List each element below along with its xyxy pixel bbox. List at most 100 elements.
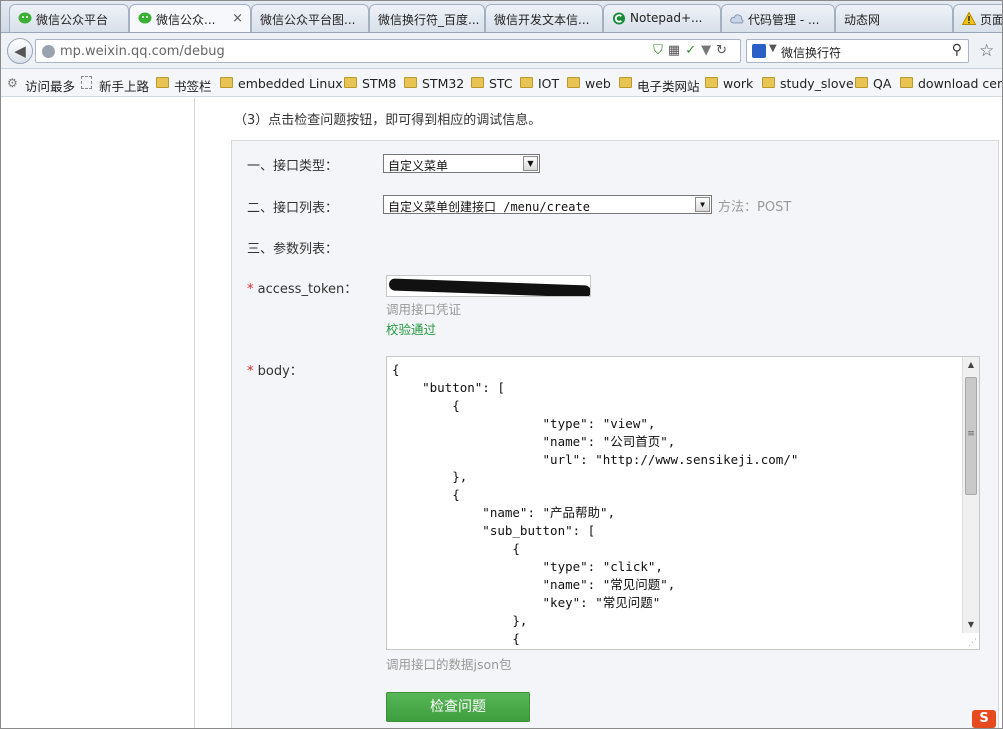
bookmark-star-icon[interactable]: ☆	[979, 41, 994, 61]
bookmark-label: IOT	[538, 76, 560, 91]
body-json-code[interactable]: { "button": [ { "type": "view", "name": …	[392, 361, 798, 648]
redaction-scribble	[389, 278, 590, 296]
access-token-help: 调用接口凭证	[386, 302, 462, 317]
interface-type-value: 自定义菜单	[388, 159, 449, 173]
tab-label: Notepad+...	[630, 11, 703, 25]
folder-icon	[344, 77, 357, 88]
wechat-icon	[18, 12, 32, 24]
folder-icon	[855, 77, 868, 88]
folder-icon	[705, 77, 718, 88]
page-sidebar	[1, 98, 195, 728]
body-json-textarea[interactable]: { "button": [ { "type": "view", "name": …	[386, 356, 980, 650]
bookmark-folder[interactable]: STM32	[404, 76, 464, 91]
access-token-status: 校验通过	[386, 322, 437, 337]
tab-label: 代码管理 - ...	[748, 13, 820, 27]
bookmark-getting-started[interactable]: 新手上路	[81, 76, 149, 95]
folder-icon	[762, 77, 775, 88]
search-icon[interactable]: ⚲	[952, 42, 962, 58]
access-token-label: * access_token：	[247, 278, 357, 297]
address-bar[interactable]: mp.weixin.qq.com/debug ⛉▦✓▼↻	[35, 39, 741, 63]
tab-label: 微信公众平台	[36, 13, 109, 27]
body-label: * body：	[247, 360, 303, 379]
tab-wechat-images[interactable]: 微信公众平台图...	[251, 4, 369, 32]
folder-icon	[567, 77, 580, 88]
tab-baidu-search[interactable]: 微信换行符_百度...	[369, 4, 485, 32]
gear-icon: ⚙	[7, 76, 18, 90]
qr-code-icon[interactable]: ▦	[668, 43, 685, 58]
back-button[interactable]: ◀	[7, 38, 33, 64]
bookmark-label: download cen	[918, 76, 1003, 91]
bookmark-folder[interactable]: STC	[471, 76, 513, 91]
bookmark-folder[interactable]: download cen	[900, 76, 1003, 91]
tab-label: 微信开发文本信...	[494, 13, 590, 27]
bookmark-folder[interactable]: study_slove	[762, 76, 854, 91]
bookmark-label: 新手上路	[99, 79, 150, 94]
baidu-paw-icon[interactable]	[752, 44, 766, 58]
cloud-icon	[730, 14, 744, 24]
interface-list-select[interactable]: 自定义菜单创建接口 /menu/create ▼	[383, 195, 712, 214]
resize-grip-icon[interactable]: ⋰	[968, 638, 977, 648]
bookmark-folder[interactable]: QA	[855, 76, 891, 91]
tab-dynamic-net[interactable]: 动态网	[835, 4, 953, 32]
interface-list-label: 二、接口列表：	[247, 201, 339, 216]
tab-strip: 微信公众平台 微信公众... × 微信公众平台图... 微信换行符_百度... …	[1, 1, 1003, 33]
tab-label: 动态网	[844, 13, 881, 27]
bookmark-label: STM32	[422, 76, 465, 91]
search-box[interactable]: ▼ 微信换行符 ⚲	[746, 39, 969, 63]
tab-notepad[interactable]: Notepad+...	[603, 4, 721, 32]
scroll-up-icon[interactable]: ▲	[963, 357, 979, 373]
bookmark-label: 电子类网站	[637, 79, 700, 94]
tab-label: 微信公众平台图...	[260, 13, 356, 27]
s-badge-icon[interactable]: S	[972, 710, 996, 728]
tab-label: 页面	[980, 13, 1003, 27]
required-mark: *	[247, 364, 254, 379]
dropdown-arrow-icon[interactable]: ▼	[701, 43, 716, 58]
interface-list-value: 自定义菜单创建接口 /menu/create	[388, 200, 590, 214]
tab-wechat-text[interactable]: 微信开发文本信...	[485, 4, 603, 32]
access-token-input[interactable]	[386, 275, 591, 297]
folder-icon	[471, 77, 484, 88]
check-problem-button[interactable]: 检查问题	[386, 692, 530, 722]
shield-icon[interactable]: ⛉	[653, 43, 668, 58]
navigation-bar: ◀ mp.weixin.qq.com/debug ⛉▦✓▼↻ ▼ 微信换行符 ⚲…	[1, 33, 1002, 69]
scroll-thumb[interactable]: ≡	[965, 377, 977, 495]
close-icon[interactable]: ×	[232, 11, 243, 26]
bookmark-folder[interactable]: web	[567, 76, 611, 91]
bookmark-folder[interactable]: work	[705, 76, 753, 91]
url-text[interactable]: mp.weixin.qq.com/debug	[60, 44, 225, 59]
bookmark-label: STM8	[362, 76, 397, 91]
page-icon	[81, 76, 92, 89]
bookmark-folder[interactable]: IOT	[520, 76, 559, 91]
bookmark-most-visited[interactable]: ⚙ 访问最多	[7, 76, 75, 95]
reload-icon[interactable]: ↻	[716, 43, 732, 58]
tab-page[interactable]: 页面	[953, 4, 1003, 32]
bookmark-label: web	[585, 76, 611, 91]
verified-check-icon[interactable]: ✓	[685, 43, 701, 58]
tab-label: 微信换行符_百度...	[378, 13, 480, 27]
interface-type-select[interactable]: 自定义菜单 ▼	[383, 154, 540, 173]
bookmark-folder[interactable]: embedded Linux	[220, 76, 343, 91]
bookmark-label: QA	[873, 76, 892, 91]
bookmark-folder[interactable]: 电子类网站	[619, 76, 700, 95]
bookmark-label: 书签栏	[174, 79, 212, 94]
bookmark-label: STC	[489, 76, 513, 91]
bookmark-folder[interactable]: 书签栏	[156, 76, 212, 95]
tab-wechat-debug[interactable]: 微信公众... ×	[129, 4, 251, 32]
search-input[interactable]: 微信换行符	[781, 44, 841, 61]
address-bar-icons: ⛉▦✓▼↻	[653, 43, 732, 58]
bookmark-label: study_slove	[780, 76, 854, 91]
bookmark-folder[interactable]: STM8	[344, 76, 396, 91]
tab-code-manage[interactable]: 代码管理 - ...	[721, 4, 835, 32]
scroll-down-icon[interactable]: ▼	[963, 617, 979, 633]
tab-wechat-platform[interactable]: 微信公众平台	[9, 4, 129, 32]
bookmark-label: work	[723, 76, 754, 91]
textarea-scrollbar[interactable]: ▲ ≡ ▼	[962, 357, 979, 633]
folder-icon	[900, 77, 913, 88]
folder-icon	[220, 77, 233, 88]
search-engine-dropdown-icon[interactable]: ▼	[769, 43, 777, 54]
chevron-down-icon[interactable]: ▼	[695, 197, 710, 212]
warning-icon	[962, 12, 976, 25]
bookmark-label: 访问最多	[25, 79, 76, 94]
chevron-down-icon[interactable]: ▼	[523, 156, 538, 171]
method-text: 方法：POST	[718, 200, 792, 215]
